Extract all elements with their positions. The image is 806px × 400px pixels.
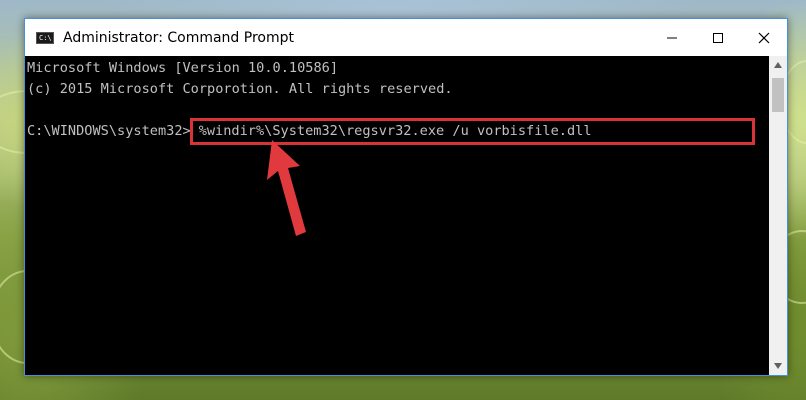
vertical-scrollbar[interactable] bbox=[769, 56, 787, 375]
window-title: Administrator: Command Prompt bbox=[63, 29, 294, 46]
command-prompt-icon: C:\ bbox=[36, 31, 54, 44]
scroll-up-button[interactable] bbox=[769, 56, 787, 74]
minimize-icon bbox=[667, 37, 677, 38]
scroll-down-button[interactable] bbox=[769, 357, 787, 375]
console-output[interactable]: Microsoft Windows [Version 10.0.10586] (… bbox=[25, 56, 769, 375]
maximize-button[interactable] bbox=[695, 19, 741, 56]
console-line-version: Microsoft Windows [Version 10.0.10586] bbox=[27, 60, 338, 76]
scroll-thumb[interactable] bbox=[772, 78, 784, 112]
console-prompt-line: C:\WINDOWS\system32> %windir%\System32\re… bbox=[27, 118, 769, 145]
chevron-down-icon bbox=[774, 363, 782, 369]
minimize-button[interactable] bbox=[649, 19, 695, 56]
console-line-copyright: (c) 2015 Microsoft Corporotion. All righ… bbox=[27, 81, 453, 97]
close-icon bbox=[758, 32, 770, 43]
app-icon-label: C:\ bbox=[39, 33, 52, 42]
chevron-up-icon bbox=[774, 62, 782, 68]
title-bar[interactable]: C:\ Administrator: Command Prompt bbox=[25, 19, 787, 56]
command-text: %windir%\System32\regsvr32.exe /u vorbis… bbox=[198, 123, 592, 139]
command-prompt-window[interactable]: C:\ Administrator: Command Prompt Micros… bbox=[24, 18, 788, 376]
command-highlight-box[interactable]: %windir%\System32\regsvr32.exe /u vorbis… bbox=[189, 118, 755, 145]
console-prompt: C:\WINDOWS\system32> bbox=[27, 123, 191, 139]
maximize-icon bbox=[713, 32, 723, 43]
close-button[interactable] bbox=[741, 19, 787, 56]
red-arrow-icon bbox=[267, 140, 306, 236]
